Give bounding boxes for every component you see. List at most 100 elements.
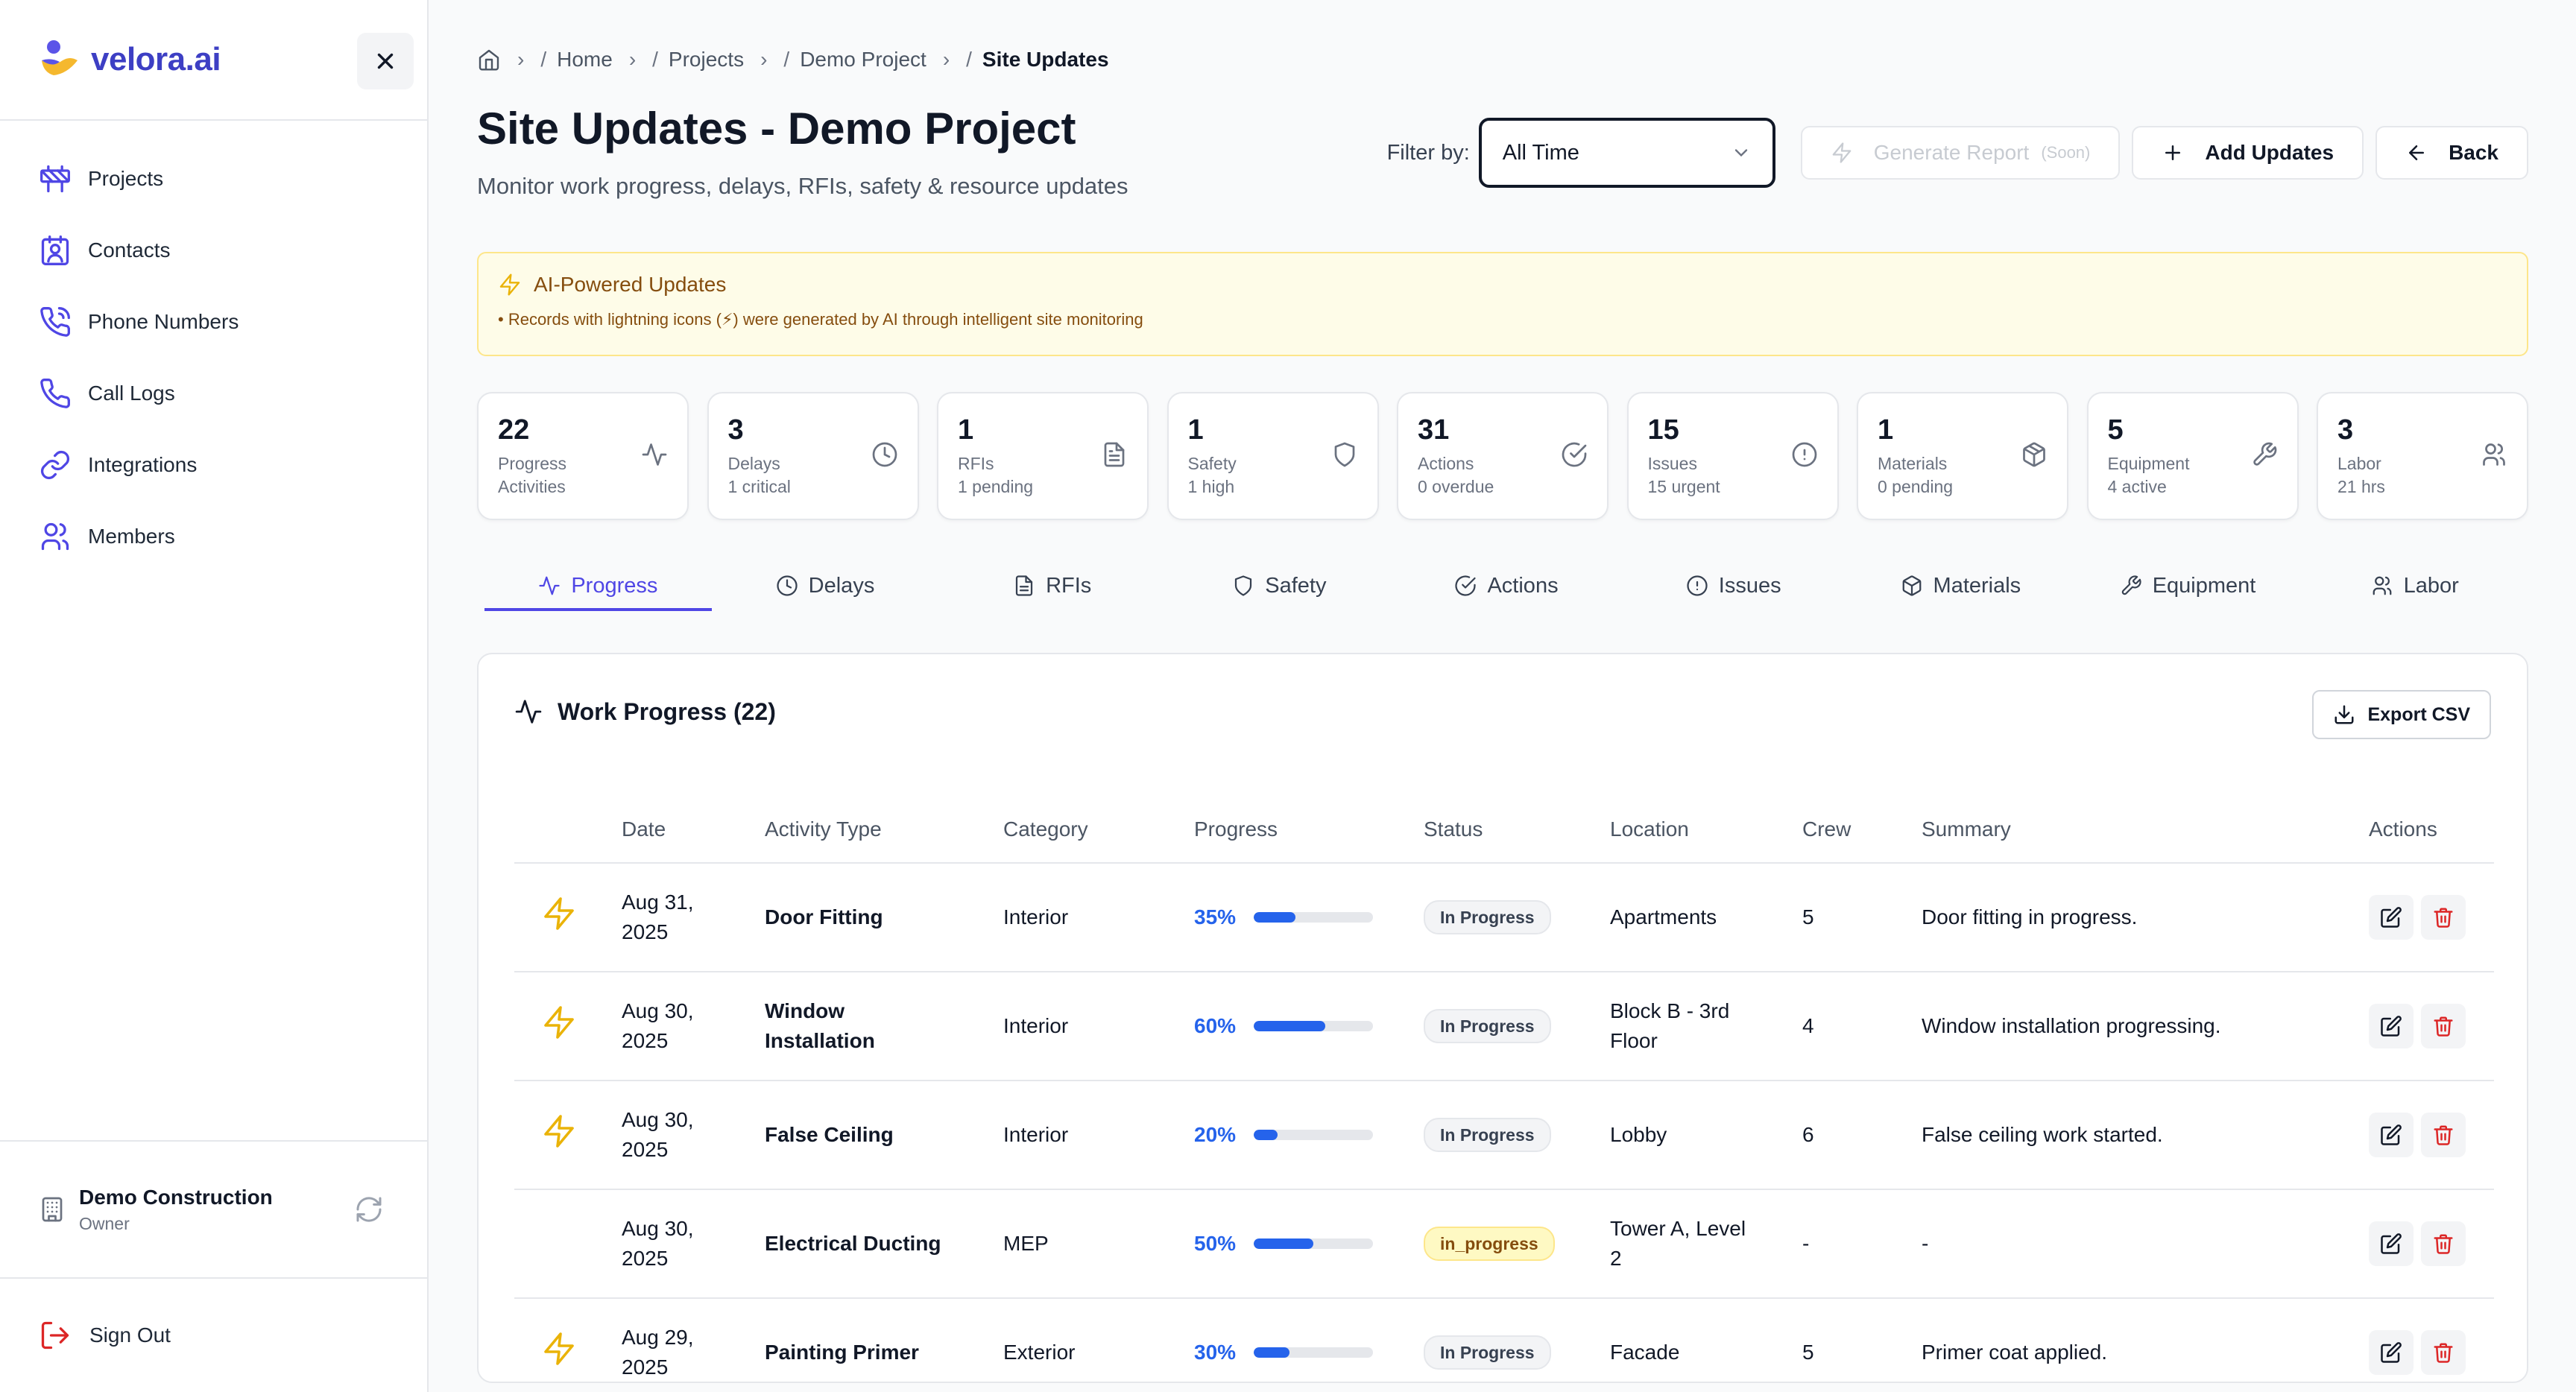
tab-delays[interactable]: Delays — [712, 563, 939, 611]
col-actions: Actions — [2369, 796, 2494, 864]
edit-button[interactable] — [2369, 895, 2414, 940]
sidebar-item-integrations[interactable]: Integrations — [0, 429, 427, 501]
stat-card-actions[interactable]: 31 Actions 0 overdue — [1397, 392, 1609, 520]
progress-wrap: 35% — [1194, 902, 1424, 932]
sign-out-button[interactable]: Sign Out — [39, 1319, 171, 1352]
summary-cell: Window installation progressing. — [1922, 972, 2369, 1081]
sidebar-item-contacts[interactable]: Contacts — [0, 215, 427, 286]
stat-sub: 0 overdue — [1418, 477, 1494, 496]
delete-button[interactable] — [2421, 1330, 2466, 1375]
category-cell: Interior — [1003, 1081, 1194, 1190]
building-icon — [42, 1197, 63, 1222]
breadcrumb-project[interactable]: Demo Project — [800, 48, 926, 72]
col-category[interactable]: Category — [1003, 796, 1194, 864]
location-line: Facade — [1610, 1341, 1680, 1364]
tab-labor[interactable]: Labor — [2301, 563, 2528, 611]
breadcrumb-home[interactable]: Home — [557, 48, 613, 72]
stat-card-labor[interactable]: 3 Labor 21 hrs — [2317, 392, 2528, 520]
chevron-right-icon: › — [517, 48, 525, 71]
crew-cell: 5 — [1802, 1298, 1922, 1382]
export-csv-button[interactable]: Export CSV — [2312, 690, 2491, 739]
table-row[interactable]: Aug 31, 2025 Door Fitting Interior 35% In Pro… — [514, 863, 2494, 972]
shield-icon — [1235, 575, 1252, 596]
progress-bar-fill — [1254, 1238, 1313, 1249]
crew-cell: 4 — [1802, 972, 1922, 1081]
col-date[interactable]: Date — [622, 796, 765, 864]
tab-rfis[interactable]: RFIs — [938, 563, 1166, 611]
table-row[interactable]: Aug 29, 2025 Painting Primer Exterior 30% In … — [514, 1298, 2494, 1382]
contact-card-icon — [41, 235, 69, 265]
stat-card-rfis[interactable]: 1 RFIs 1 pending — [937, 392, 1149, 520]
stat-card-delays[interactable]: 3 Delays 1 critical — [707, 392, 919, 520]
edit-button[interactable] — [2369, 1221, 2414, 1266]
tab-equipment[interactable]: Equipment — [2074, 563, 2302, 611]
refresh-icon[interactable] — [354, 1195, 384, 1224]
ai-updates-banner: AI-Powered Updates • Records with lightn… — [477, 252, 2528, 356]
stat-card-safety[interactable]: 1 Safety 1 high — [1167, 392, 1379, 520]
delete-button[interactable] — [2421, 1004, 2466, 1048]
edit-icon — [2381, 907, 2402, 928]
users-icon — [2483, 443, 2505, 466]
work-progress-card: Work Progress (22) Export CSV Date Activ… — [477, 653, 2528, 1383]
stat-card-progress[interactable]: 22 Progress Activities — [477, 392, 689, 520]
location-cell: Lobby — [1610, 1081, 1802, 1190]
status-cell: In Progress — [1424, 1081, 1610, 1190]
location-line: Tower A, Level — [1610, 1217, 1746, 1240]
col-location[interactable]: Location — [1610, 796, 1802, 864]
close-sidebar-button[interactable] — [357, 33, 414, 89]
delete-button[interactable] — [2421, 1221, 2466, 1266]
activity-type-cell: False Ceiling — [765, 1081, 1003, 1190]
stat-card-issues[interactable]: 15 Issues 15 urgent — [1626, 392, 1839, 520]
status-cell: in_progress — [1424, 1189, 1610, 1299]
sidebar-item-members[interactable]: Members — [0, 501, 427, 572]
actions-cell — [2369, 1189, 2494, 1299]
back-button[interactable]: Back — [2375, 126, 2528, 180]
breadcrumb-current: Site Updates — [982, 48, 1109, 71]
table-row[interactable]: Aug 30, 2025 Window Installation Interior 60%… — [514, 972, 2494, 1081]
sidebar-item-phone-numbers[interactable]: Phone Numbers — [0, 286, 427, 358]
tab-materials[interactable]: Materials — [1847, 563, 2074, 611]
sidebar-item-projects[interactable]: Projects — [0, 143, 427, 215]
trash-icon — [2434, 1343, 2453, 1363]
col-progress[interactable]: Progress — [1194, 796, 1424, 864]
breadcrumb-slash: / — [966, 48, 972, 71]
location-cell: Facade — [1610, 1298, 1802, 1382]
activity-icon — [539, 576, 560, 595]
delete-button[interactable] — [2421, 1113, 2466, 1157]
delete-button[interactable] — [2421, 895, 2466, 940]
edit-button[interactable] — [2369, 1330, 2414, 1375]
breadcrumb-projects[interactable]: Projects — [669, 48, 744, 72]
col-crew[interactable]: Crew — [1802, 796, 1922, 864]
tab-safety[interactable]: Safety — [1166, 563, 1393, 611]
ai-generated-cell — [514, 972, 622, 1081]
tab-actions[interactable]: Actions — [1393, 563, 1620, 611]
stat-sub: 1 critical — [727, 477, 791, 496]
location-line: 2 — [1610, 1247, 1622, 1270]
organization-switcher[interactable]: Demo Construction Owner — [0, 1140, 427, 1279]
col-activity-type[interactable]: Activity Type — [765, 796, 1003, 864]
table-row[interactable]: Aug 30, 2025 Electrical Ducting MEP 50% in_pr… — [514, 1189, 2494, 1299]
plus-icon — [2165, 145, 2181, 160]
stat-card-materials[interactable]: 1 Materials 0 pending — [1857, 392, 2068, 520]
table-row[interactable]: Aug 30, 2025 False Ceiling Interior 20% In Pr… — [514, 1081, 2494, 1190]
tab-issues[interactable]: Issues — [1620, 563, 1847, 611]
col-summary[interactable]: Summary — [1922, 796, 2369, 864]
generate-report-button[interactable]: Generate Report (Soon) — [1800, 126, 2121, 180]
add-updates-button[interactable]: Add Updates — [2132, 126, 2364, 180]
progress-wrap: 30% — [1194, 1338, 1424, 1367]
back-label: Back — [2449, 141, 2498, 164]
edit-button[interactable] — [2369, 1113, 2414, 1157]
col-ai — [514, 796, 622, 864]
time-filter-select[interactable]: All Time — [1478, 118, 1775, 188]
home-icon[interactable] — [477, 48, 501, 72]
tab-progress[interactable]: Progress — [484, 563, 712, 611]
stat-sub: 15 urgent — [1647, 477, 1720, 496]
edit-button[interactable] — [2369, 1004, 2414, 1048]
filter-label: Filter by: — [1386, 140, 1470, 165]
stat-card-equipment[interactable]: 5 Equipment 4 active — [2086, 392, 2299, 520]
progress-bar-fill — [1254, 912, 1295, 923]
col-status[interactable]: Status — [1424, 796, 1610, 864]
sidebar-item-call-logs[interactable]: Call Logs — [0, 358, 427, 429]
edit-icon — [2381, 1342, 2402, 1363]
category-cell: Interior — [1003, 972, 1194, 1081]
